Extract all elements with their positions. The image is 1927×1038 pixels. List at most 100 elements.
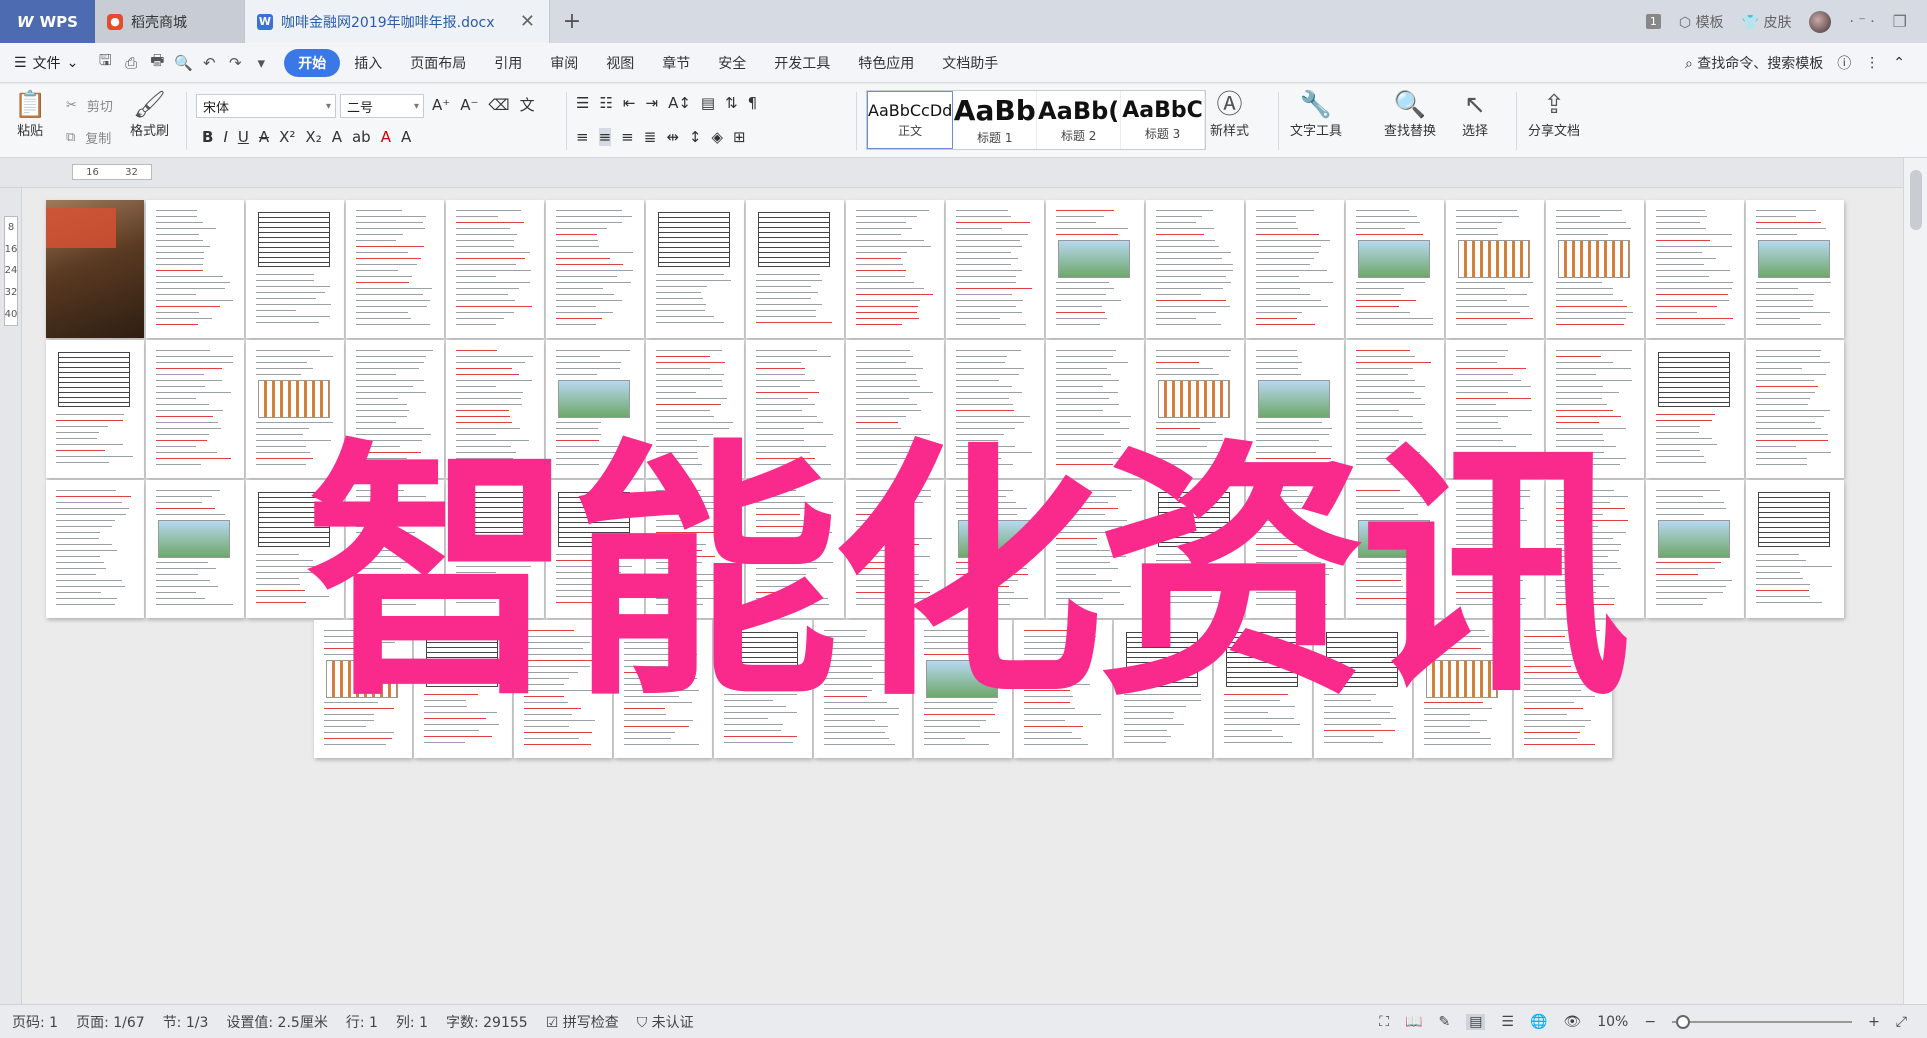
line-spacing-tool-icon[interactable]: ⇅ [725,94,738,112]
user-menu-icon[interactable]: · ⁻ · [1849,14,1874,30]
tab-developer[interactable]: 开发工具 [760,49,844,77]
page-thumbnail[interactable] [1246,480,1344,618]
document-area[interactable] [22,188,1903,1004]
window-count-badge[interactable]: 1 [1645,14,1661,29]
new-style-button[interactable]: Ⓐ 新样式 [1210,90,1249,139]
page-thumbnail[interactable] [246,200,344,338]
page-thumbnail[interactable] [946,480,1044,618]
justify-icon[interactable]: ≣ [644,128,657,146]
page-thumbnail[interactable] [1314,620,1412,758]
page-thumbnail[interactable] [1246,200,1344,338]
page-thumbnail[interactable] [1546,340,1644,478]
vertical-scrollbar[interactable] [1903,158,1927,1004]
page-thumbnail[interactable] [346,480,444,618]
page-thumbnail[interactable] [714,620,812,758]
avatar[interactable] [1809,10,1832,33]
underline-icon[interactable]: U [238,128,249,146]
help-icon[interactable]: ⓘ [1837,53,1851,73]
page-thumbnail[interactable] [1446,200,1544,338]
strikethrough-icon[interactable]: A [259,128,269,146]
page-thumbnail[interactable] [146,200,244,338]
page-thumbnail[interactable] [1346,480,1444,618]
page-thumbnail[interactable] [1214,620,1312,758]
style-normal[interactable]: AaBbCcDd 正文 [867,91,954,149]
distribute-icon[interactable]: ⇹ [666,128,679,146]
tab-doc-assistant[interactable]: 文档助手 [928,49,1012,77]
borders-icon[interactable]: ⊞ [733,128,746,146]
collapse-ribbon-icon[interactable]: ⌃ [1893,55,1905,71]
page-thumbnail[interactable] [46,340,144,478]
font-size-select[interactable]: 二号 [340,94,424,118]
highlight-icon[interactable]: ab [352,128,371,146]
tab-review[interactable]: 审阅 [536,49,592,77]
page-thumbnail[interactable] [1646,340,1744,478]
page-thumbnail[interactable] [146,480,244,618]
style-heading-2[interactable]: AaBb( 标题 2 [1037,91,1122,149]
tab-daoke-store[interactable]: ● 稻壳商城 [95,0,245,43]
increase-indent-icon[interactable]: ⇥ [645,94,658,112]
page-thumbnail[interactable] [1646,200,1744,338]
find-replace-button[interactable]: 🔍 查找替换 [1384,90,1436,139]
edit-mode-icon[interactable]: ✎ [1438,1014,1450,1030]
page-thumbnail[interactable] [1346,340,1444,478]
zoom-out-icon[interactable]: − [1644,1014,1656,1030]
reading-mode-icon[interactable]: 📖 [1405,1014,1422,1030]
page-thumbnail[interactable] [1046,200,1144,338]
align-left-icon[interactable]: ≡ [576,128,589,146]
template-button[interactable]: ⬡ 模板 [1679,12,1724,32]
page-thumbnail[interactable] [846,480,944,618]
save-icon[interactable]: 🖫 [92,50,118,75]
outline-view-icon[interactable]: ☰ [1501,1014,1514,1030]
certification-status[interactable]: ⛉ 未认证 [637,1012,694,1032]
zoom-in-icon[interactable]: + [1868,1014,1880,1030]
cut-button[interactable]: ✂ 剪切 [66,96,113,115]
page-thumbnail[interactable] [414,620,512,758]
zoom-fit-icon[interactable]: ⤢ [1896,1014,1907,1030]
tab-references[interactable]: 引用 [480,49,536,77]
undo-icon[interactable]: ↶ [196,54,222,72]
page-thumbnail[interactable] [946,200,1044,338]
page-thumbnail[interactable] [546,480,644,618]
page-thumbnail[interactable] [1746,480,1844,618]
tab-chapter[interactable]: 章节 [648,49,704,77]
page-thumbnail[interactable] [346,340,444,478]
show-marks-icon[interactable]: ¶ [748,94,758,112]
page-thumbnail[interactable] [1446,480,1544,618]
numbering-icon[interactable]: ☷ [599,94,612,112]
tab-insert[interactable]: 插入 [340,49,396,77]
page-thumbnail[interactable] [514,620,612,758]
superscript-icon[interactable]: X² [279,128,295,146]
copy-button[interactable]: ⧉ 复制 [66,128,111,147]
page-thumbnail[interactable] [846,200,944,338]
new-tab-button[interactable]: + [550,0,594,43]
page-thumbnail[interactable] [1346,200,1444,338]
page-thumbnail[interactable] [1146,340,1244,478]
page-thumbnail[interactable] [746,200,844,338]
phonetic-guide-icon[interactable]: 文 [520,94,535,115]
decrease-indent-icon[interactable]: ⇤ [623,94,636,112]
page-view-icon[interactable]: ▤ [1466,1013,1486,1030]
text-tools-button[interactable]: 🔧 文字工具 [1290,90,1342,139]
horizontal-ruler[interactable]: 16 32 [0,158,1927,188]
quick-access-dropdown-icon[interactable]: ▾ [248,54,274,72]
style-heading-3[interactable]: AaBbC 标题 3 [1121,91,1205,149]
page-thumbnail[interactable] [314,620,412,758]
status-page[interactable]: 页面: 1/67 [76,1012,145,1032]
page-thumbnail[interactable] [546,340,644,478]
page-thumbnail[interactable] [814,620,912,758]
text-direction-icon[interactable]: A↕ [668,94,691,112]
share-document-button[interactable]: ⇪ 分享文档 [1528,90,1580,139]
format-painter-button[interactable]: 🖌 格式刷 [130,90,169,139]
close-tab-icon[interactable]: ✕ [520,11,535,32]
page-thumbnail[interactable] [446,200,544,338]
zoom-slider[interactable] [1672,1014,1853,1029]
line-spacing-icon[interactable]: ↕ [689,128,702,146]
subscript-icon[interactable]: X₂ [305,128,321,146]
page-thumbnail[interactable] [1514,620,1612,758]
status-page-number[interactable]: 页码: 1 [12,1012,58,1032]
bold-icon[interactable]: B [202,128,213,146]
page-thumbnail[interactable] [1546,480,1644,618]
vertical-ruler[interactable]: 8 16 24 32 40 [0,188,22,1004]
page-thumbnail[interactable] [1646,480,1744,618]
bullets-icon[interactable]: ☰ [576,94,589,112]
